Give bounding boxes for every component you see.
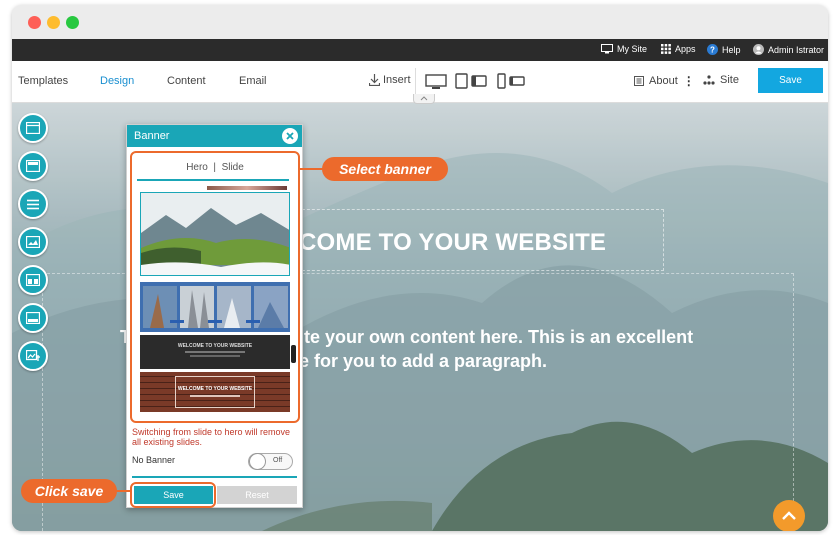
my-site-label: My Site	[617, 44, 648, 54]
help-link[interactable]: ? Help	[707, 44, 741, 55]
tab-content[interactable]: Content	[167, 75, 206, 87]
svg-text:?: ?	[710, 46, 715, 55]
mountain-thumbnail-image	[141, 193, 289, 275]
tab-templates[interactable]: Templates	[18, 75, 68, 87]
chevron-up-small-icon	[420, 96, 428, 101]
minimize-window-button[interactable]	[47, 16, 60, 29]
hero-title[interactable]: COME TO YOUR WEBSITE	[299, 229, 606, 257]
insert-button[interactable]: Insert	[369, 74, 411, 86]
banner-panel-title: Banner	[134, 130, 170, 142]
sitemap-icon	[703, 75, 715, 85]
help-label: Help	[722, 44, 741, 55]
select-banner-connector	[300, 168, 324, 170]
panel-save-button[interactable]: Save	[134, 486, 213, 504]
scroll-top-button[interactable]	[773, 500, 805, 531]
toggle-state-label: Off	[273, 457, 283, 464]
sidebar-page-button[interactable]	[18, 113, 48, 143]
user-menu[interactable]: Admin Istrator	[753, 44, 824, 55]
grid-icon	[661, 44, 671, 54]
footer-layout-icon	[26, 312, 40, 324]
banner-list-scrollbar[interactable]	[291, 345, 296, 363]
monitor-icon	[601, 44, 613, 54]
toolbar-save-button[interactable]: Save	[758, 68, 823, 93]
help-icon: ?	[707, 44, 718, 55]
paragraph-line-2[interactable]: e for you to add a paragraph.	[299, 351, 547, 372]
hero-slide-tabs[interactable]: Hero | Slide	[132, 162, 298, 173]
tab-email[interactable]: Email	[239, 75, 267, 87]
paragraph-line-1[interactable]: ite your own content here. This is an ex…	[299, 327, 693, 348]
desktop-view-icon[interactable]	[425, 74, 447, 90]
toolbar-collapse-handle[interactable]	[413, 94, 435, 104]
banner-thumbnail-mountains[interactable]	[140, 192, 290, 276]
close-window-button[interactable]	[28, 16, 41, 29]
sidebar-menu-button[interactable]	[18, 189, 48, 219]
my-site-link[interactable]: My Site	[601, 44, 647, 54]
dark-thumbnail-caption: WELCOME TO YOUR WEBSITE	[177, 343, 253, 349]
slide-warning-text: Switching from slide to hero will remove…	[132, 427, 291, 447]
banner-thumbnail-dark[interactable]: WELCOME TO YOUR WEBSITE	[140, 335, 290, 369]
click-save-callout: Click save	[21, 479, 117, 503]
close-panel-button[interactable]	[282, 128, 298, 144]
banner-thumbnail-slides[interactable]	[140, 282, 290, 332]
header-layout-icon	[26, 160, 40, 172]
image-banner-icon	[26, 236, 40, 248]
slide-collage-thumbnail	[140, 282, 290, 332]
no-banner-label: No Banner	[132, 455, 176, 465]
sidebar-media-button[interactable]	[18, 341, 48, 371]
tab-design[interactable]: Design	[100, 75, 134, 87]
site-label: Site	[720, 74, 739, 86]
content-blocks-icon	[26, 274, 40, 286]
toggle-knob	[249, 453, 266, 470]
banner-panel: Banner Hero | Slide WELCOME TO YOUR WEBS…	[126, 124, 303, 508]
page-icon	[634, 76, 644, 86]
media-settings-icon	[25, 350, 40, 361]
apps-link[interactable]: Apps	[661, 44, 696, 54]
user-avatar-icon	[753, 44, 764, 55]
no-banner-toggle[interactable]: Off	[248, 453, 293, 470]
banner-thumbnail-partial[interactable]	[207, 186, 287, 190]
hamburger-menu-icon	[27, 199, 39, 209]
brick-thumbnail-caption: WELCOME TO YOUR WEBSITE	[177, 386, 253, 392]
click-save-connector	[116, 490, 130, 492]
sidebar-banner-button[interactable]	[18, 227, 48, 257]
banner-selection-frame: Hero | Slide WELCOME TO YOUR WEBSITE WEL…	[130, 151, 300, 423]
close-icon	[286, 132, 294, 140]
insert-label: Insert	[383, 74, 411, 86]
about-label: About	[649, 75, 678, 87]
chevron-up-icon	[782, 511, 796, 520]
sidebar-header-button[interactable]	[18, 151, 48, 181]
panel-reset-button[interactable]: Reset	[217, 486, 297, 504]
download-arrow-icon	[369, 74, 380, 86]
maximize-window-button[interactable]	[66, 16, 79, 29]
site-menu[interactable]: Site	[703, 74, 739, 86]
window-titlebar	[12, 5, 828, 39]
banner-panel-header: Banner	[127, 125, 302, 147]
sidebar-footer-button[interactable]	[18, 303, 48, 333]
banner-thumbnail-brick[interactable]: WELCOME TO YOUR WEBSITE	[140, 372, 290, 412]
sidebar-content-button[interactable]	[18, 265, 48, 295]
select-banner-callout: Select banner	[322, 157, 448, 181]
more-vertical-icon[interactable]: ⋮	[683, 74, 695, 88]
about-page-selector[interactable]: About ⋮	[634, 74, 695, 88]
admin-bar: My Site Apps ? Help Admin Istrator	[12, 39, 828, 61]
apps-label: Apps	[675, 44, 696, 54]
user-name: Admin Istrator	[768, 44, 825, 55]
tablet-view-icon[interactable]	[455, 73, 487, 89]
browser-window-icon	[26, 122, 40, 134]
mobile-view-icon[interactable]	[497, 73, 525, 89]
